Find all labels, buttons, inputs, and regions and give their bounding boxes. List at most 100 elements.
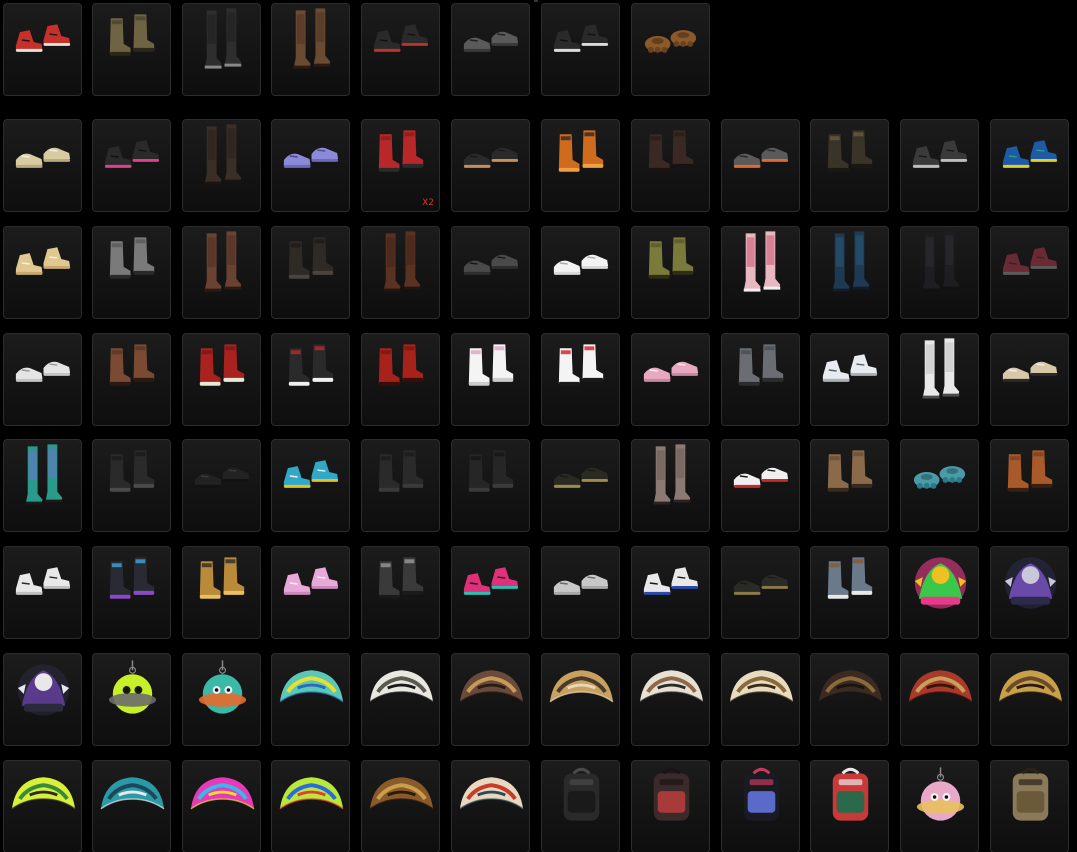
inventory-item-brown-knee-boots[interactable] [271, 3, 350, 96]
inventory-item-black-gold-loafers[interactable] [541, 439, 620, 532]
inventory-item-black-red-sneakers[interactable] [361, 3, 440, 96]
inventory-item-black-leather-boots[interactable] [92, 439, 171, 532]
beige-strap-sandals-icon [995, 338, 1066, 400]
inventory-item-gold-emblem-parachute[interactable] [990, 653, 1069, 746]
inventory-item-cream-ornate-parachute[interactable] [721, 653, 800, 746]
inventory-item-brown-paw-feet[interactable] [631, 3, 710, 96]
inventory-item-red-ankle-boots-2[interactable] [361, 333, 440, 426]
inventory-item-graffiti-black-backpack[interactable] [721, 760, 800, 852]
inventory-item-red-dragon-parachute[interactable] [451, 760, 530, 852]
inventory-item-pink-winged-charm[interactable] [900, 760, 979, 852]
inventory-item-dark-gray-loafers[interactable] [451, 226, 530, 319]
inventory-item-gray-rugged-boots[interactable] [721, 333, 800, 426]
inventory-item-brown-work-boots[interactable] [92, 333, 171, 426]
inventory-item-black-red-stripe-boots[interactable] [271, 333, 350, 426]
inventory-item-pink-sneakers[interactable] [271, 546, 350, 639]
inventory-item-dj-character-emblem[interactable] [990, 546, 1069, 639]
inventory-item-black-blue-platform-boots[interactable] [92, 546, 171, 639]
inventory-item-denim-brown-boots[interactable] [810, 546, 889, 639]
inventory-item-teal-yellow-graffiti-parachute[interactable] [271, 653, 350, 746]
inventory-item-tan-leather-boots[interactable] [990, 439, 1069, 532]
inventory-item-nude-stocking-legs[interactable] [631, 439, 710, 532]
inventory-item-lavender-flats[interactable] [271, 119, 350, 212]
inventory-item-khaki-combat-boots[interactable] [92, 3, 171, 96]
inventory-item-pink-patterned-tall-socks[interactable] [721, 226, 800, 319]
inventory-item-gray-slip-on-shoes[interactable] [451, 3, 530, 96]
inventory-item-brown-lace-up-tall-boots[interactable] [182, 226, 261, 319]
inventory-item-beige-low-sneakers[interactable] [3, 119, 82, 212]
inventory-item-black-sandals-tan-sole[interactable] [451, 119, 530, 212]
inventory-item-rainbow-comic-parachute[interactable] [182, 760, 261, 852]
inventory-item-black-white-sneakers[interactable] [541, 3, 620, 96]
inventory-item-black-thigh-high-boots[interactable] [900, 226, 979, 319]
teal-graffiti-parachute-icon [97, 765, 168, 827]
inventory-item-black-gray-strap-sandals[interactable] [361, 546, 440, 639]
inventory-item-white-high-top-sneakers[interactable] [3, 546, 82, 639]
inventory-item-black-pink-sneakers[interactable] [92, 119, 171, 212]
inventory-grid: X2 [0, 0, 1077, 852]
inventory-item-teal-graffiti-parachute[interactable] [92, 760, 171, 852]
inventory-item-red-ankle-boots[interactable]: X2 [361, 119, 440, 212]
inventory-item-teal-checker-socks-purple-shoes[interactable] [3, 439, 82, 532]
inventory-item-pink-slippers[interactable] [631, 333, 710, 426]
inventory-item-black-gold-dress-shoes[interactable] [721, 546, 800, 639]
inventory-item-purple-dj-figure-emblem[interactable] [3, 653, 82, 746]
inventory-item-red-lace-tall-boots[interactable] [182, 333, 261, 426]
inventory-item-white-red-print-slip-ons[interactable] [721, 439, 800, 532]
inventory-item-white-blue-sneakers[interactable] [631, 546, 710, 639]
cream-ornate-parachute-icon [726, 658, 797, 720]
inventory-item-neon-yellow-graffiti-parachute[interactable] [3, 760, 82, 852]
inventory-item-maroon-gray-sneakers[interactable] [990, 226, 1069, 319]
inventory-item-orange-flame-boots[interactable] [541, 119, 620, 212]
inventory-item-black-ankle-boots[interactable] [361, 439, 440, 532]
inventory-item-red-gold-parachute[interactable] [900, 653, 979, 746]
inventory-item-pink-teal-sandals[interactable] [451, 546, 530, 639]
inventory-item-neon-worm-charm[interactable] [92, 653, 171, 746]
graffiti-black-backpack-icon [726, 765, 797, 827]
inventory-item-gold-black-high-tops[interactable] [182, 546, 261, 639]
inventory-item-red-floral-backpack[interactable] [631, 760, 710, 852]
inventory-item-black-tall-boots[interactable] [182, 3, 261, 96]
inventory-item-white-red-bow-boots[interactable] [541, 333, 620, 426]
inventory-item-black-dress-shoes[interactable] [182, 439, 261, 532]
inventory-item-black-lace-boots[interactable] [271, 226, 350, 319]
inventory-item-teal-paw-slippers[interactable] [900, 439, 979, 532]
inventory-item-white-tall-socks-boots[interactable] [900, 333, 979, 426]
inventory-item-black-gray-sneakers[interactable] [900, 119, 979, 212]
teal-tall-boots-icon [815, 231, 886, 293]
inventory-item-dark-brown-boots[interactable] [631, 119, 710, 212]
inventory-item-tropical-crocodile-emblem[interactable] [900, 546, 979, 639]
inventory-item-black-pull-on-boots[interactable] [451, 439, 530, 532]
inventory-item-tan-field-backpack[interactable] [990, 760, 1069, 852]
inventory-item-red-green-backpack[interactable] [810, 760, 889, 852]
inventory-item-orange-alien-ufo-charm[interactable] [182, 653, 261, 746]
inventory-item-dark-brown-crest-parachute[interactable] [810, 653, 889, 746]
inventory-item-beige-strap-sandals[interactable] [990, 333, 1069, 426]
inventory-item-brown-tribal-parachute[interactable] [451, 653, 530, 746]
inventory-item-white-winged-sneakers[interactable] [810, 333, 889, 426]
inventory-item-green-blue-comic-parachute[interactable] [271, 760, 350, 852]
inventory-item-cyan-yellow-sneakers[interactable] [271, 439, 350, 532]
inventory-item-tan-slouch-boots[interactable] [810, 439, 889, 532]
inventory-item-white-low-sneakers[interactable] [3, 333, 82, 426]
pink-slippers-icon [636, 338, 707, 400]
inventory-item-white-flats[interactable] [541, 226, 620, 319]
inventory-item-white-pink-go-go-boots[interactable] [451, 333, 530, 426]
inventory-item-cream-high-tops[interactable] [3, 226, 82, 319]
inventory-item-gray-white-sneakers[interactable] [541, 546, 620, 639]
inventory-item-white-snake-print-parachute[interactable] [361, 653, 440, 746]
inventory-item-gold-camo-parachute[interactable] [541, 653, 620, 746]
inventory-item-teal-tall-boots[interactable] [810, 226, 889, 319]
inventory-item-black-tactical-backpack[interactable] [541, 760, 620, 852]
cyan-yellow-sneakers-icon [276, 444, 347, 506]
inventory-item-red-white-high-top-sneakers[interactable] [3, 3, 82, 96]
inventory-item-gray-orange-sneakers[interactable] [721, 119, 800, 212]
inventory-item-olive-mid-boots[interactable] [631, 226, 710, 319]
inventory-item-camo-combat-boots[interactable] [810, 119, 889, 212]
inventory-item-white-tan-print-parachute[interactable] [631, 653, 710, 746]
inventory-item-dark-tall-leather-boots[interactable] [182, 119, 261, 212]
inventory-item-blue-yellow-sneakers[interactable] [990, 119, 1069, 212]
inventory-item-brown-leather-tall-boots[interactable] [361, 226, 440, 319]
inventory-item-brown-gold-parachute[interactable] [361, 760, 440, 852]
inventory-item-gray-slouch-boots[interactable] [92, 226, 171, 319]
